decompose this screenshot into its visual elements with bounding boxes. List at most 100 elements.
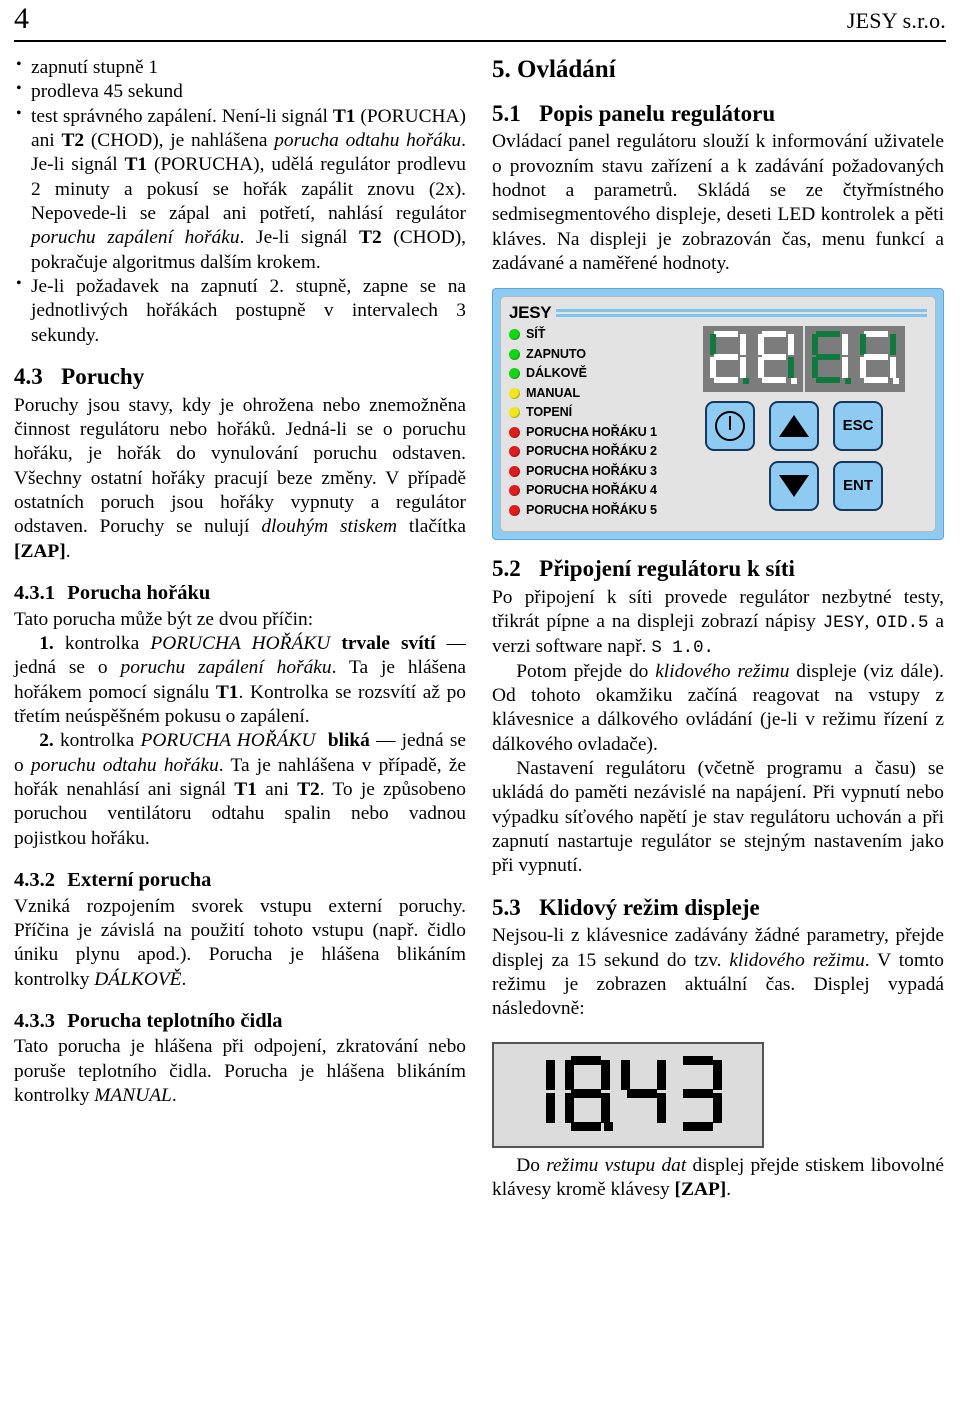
list-item: Je-li požadavek na zapnutí 2. stupně, za…: [14, 274, 466, 348]
segment-c: [546, 1092, 555, 1123]
panel-brand-row: JESY: [509, 302, 927, 322]
led-label: DÁLKOVĚ: [526, 366, 587, 381]
segment-a: [762, 331, 786, 338]
segment-a: [571, 1055, 601, 1065]
list-item: 1. kontrolka PORUCHA HOŘÁKU trvale svítí…: [14, 632, 467, 727]
segment-a: [864, 331, 888, 338]
segment-d: [864, 377, 888, 384]
heading-4-3-3: 4.3.3 Porucha teplotního čidla: [14, 1010, 466, 1034]
clock-digit-3: [618, 1054, 670, 1136]
bullet-list-startup: zapnutí stupně 1 prodleva 45 sekund test…: [14, 55, 466, 348]
panel-body: SÍŤ ZAPNUTO DÁLKOVĚ MANUAL TOPENÍ PORUCH…: [509, 325, 927, 519]
esc-key[interactable]: ESC: [833, 401, 883, 452]
running-head: 4 JESY s.r.o.: [14, 4, 946, 38]
bullet-test-text: test správného zapálení. Není-li signál …: [31, 105, 466, 273]
segment-g: [864, 354, 888, 361]
led-row-porucha-horaku-1: PORUCHA HOŘÁKU 1: [509, 423, 693, 442]
stripe: [556, 314, 927, 318]
heading-title: Popis panelu regulátoru: [539, 100, 776, 126]
keypad-row-top: ESC: [705, 401, 933, 452]
segment-c: [713, 1092, 722, 1123]
segment-b: [713, 1059, 722, 1090]
triangle-down-icon: [779, 475, 809, 498]
clock-display: [492, 1041, 764, 1148]
led-row-sit: SÍŤ: [509, 325, 693, 344]
regulator-panel-figure: JESY SÍŤ ZAPNUTO DÁLKOVĚ MANUAL TOPENÍ P…: [492, 288, 944, 541]
numbered-list-causes: 1. kontrolka PORUCHA HOŘÁKU trvale svítí…: [14, 632, 466, 851]
power-icon: [715, 411, 745, 442]
segment-b: [890, 334, 896, 356]
right-column: 5. Ovládání 5.1 Popis panelu regulátoru O…: [492, 56, 944, 1202]
stripe: [556, 309, 927, 313]
led-indicator-icon: [509, 329, 520, 340]
led-row-dalkove: DÁLKOVĚ: [509, 364, 693, 383]
segment-dp: [791, 378, 797, 385]
segment-c: [788, 357, 794, 379]
segment-g: [714, 354, 738, 361]
heading-4-3: 4.3 Poruchy: [14, 364, 466, 390]
display-digit-2: [755, 329, 799, 387]
heading-title: Porucha teplotního čidla: [67, 1009, 283, 1032]
segment-b: [601, 1059, 610, 1090]
clock-digit-1: [528, 1054, 558, 1136]
heading-title: Poruchy: [61, 364, 145, 390]
led-indicator-icon: [509, 446, 520, 457]
paragraph-53-b: Do režimu vstupu dat displej přejde stis…: [492, 1154, 945, 1200]
led-row-porucha-horaku-2: PORUCHA HOŘÁKU 2: [509, 442, 693, 461]
segment-e: [710, 357, 716, 379]
heading-title: Porucha hořáku: [67, 581, 211, 604]
panel-face: JESY SÍŤ ZAPNUTO DÁLKOVĚ MANUAL TOPENÍ P…: [500, 296, 936, 533]
list-item: prodleva 45 sekund: [14, 79, 466, 104]
led-indicator-icon: [509, 348, 520, 360]
paragraph-52-b: Potom přejde do klidového režimu displej…: [492, 660, 944, 755]
segment-c: [842, 357, 848, 379]
heading-number: 4.3.3: [14, 1009, 55, 1032]
display-text-oid: OID.5: [876, 614, 929, 634]
heading-title: Klidový režim displeje: [539, 894, 760, 920]
power-key[interactable]: [705, 401, 755, 452]
heading-5: 5. Ovládání: [492, 56, 944, 85]
left-column: zapnutí stupně 1 prodleva 45 sekund test…: [14, 55, 466, 1109]
segment-f: [758, 334, 764, 356]
led-indicator-icon: [509, 426, 520, 438]
segment-e: [860, 357, 866, 379]
keypad: ESC ENT: [705, 401, 933, 521]
paragraph-433: Tato porucha je hlášena při odpojení, zk…: [14, 1036, 466, 1107]
led-indicator-list: SÍŤ ZAPNUTO DÁLKOVĚ MANUAL TOPENÍ PORUCH…: [509, 325, 693, 519]
led-row-manual: MANUAL: [509, 384, 693, 403]
page-number: 4: [14, 2, 29, 35]
led-label: PORUCHA HOŘÁKU 1: [526, 424, 657, 439]
segment-b: [740, 334, 746, 356]
led-indicator-icon: [509, 465, 520, 477]
heading-5-1: 5.1 Popis panelu regulátoru: [492, 101, 944, 127]
esc-key-label: ESC: [842, 416, 874, 434]
segment-b: [546, 1059, 555, 1090]
led-label: TOPENÍ: [526, 405, 573, 420]
up-key[interactable]: [769, 401, 819, 452]
display-left-pair: [703, 326, 803, 392]
led-label: ZAPNUTO: [526, 346, 586, 361]
segment-c: [890, 357, 896, 379]
segment-b: [657, 1059, 666, 1090]
panel-brand-label: JESY: [509, 302, 552, 322]
paragraph-431-intro: Tato porucha může být ze dvou příčin:: [14, 608, 314, 630]
company-name: JESY s.r.o.: [846, 8, 946, 33]
segment-f: [710, 334, 716, 356]
segment-dp: [743, 378, 749, 385]
down-key[interactable]: [769, 461, 819, 512]
segment-d: [816, 377, 840, 384]
display-digit-1: [707, 329, 751, 387]
heading-title: Ovládání: [517, 56, 616, 83]
segment-d: [571, 1121, 601, 1131]
segment-g: [762, 354, 786, 361]
segment-f: [565, 1059, 574, 1090]
list-item: test správného zapálení. Není-li signál …: [14, 104, 466, 275]
ent-key-label: ENT: [843, 476, 873, 494]
two-column-body: zapnutí stupně 1 prodleva 45 sekund test…: [14, 55, 946, 1202]
paragraph-432: Vzniká rozpojením svorek vstupu externí …: [14, 895, 466, 990]
segment-dp: [893, 378, 899, 385]
led-label: SÍŤ: [526, 327, 546, 342]
heading-number: 5.3: [492, 894, 521, 920]
ent-key[interactable]: ENT: [833, 461, 883, 512]
segment-b: [842, 334, 848, 356]
